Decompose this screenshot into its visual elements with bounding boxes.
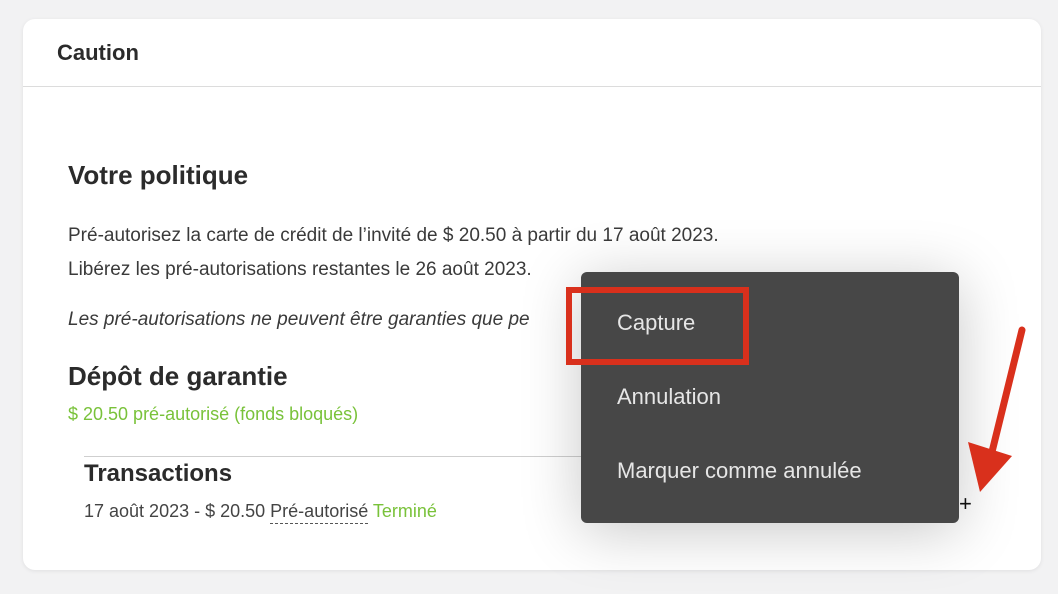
transactions-title: Transactions	[84, 460, 233, 487]
policy-title: Votre politique	[68, 160, 249, 190]
menu-item-annulation[interactable]: Annulation	[617, 384, 721, 410]
transaction-actions-menu: Capture Annulation Marquer comme annulée	[581, 272, 959, 523]
menu-item-mark-cancelled[interactable]: Marquer comme annulée	[617, 458, 862, 484]
transactions-divider	[84, 456, 644, 457]
deposit-title: Dépôt de garantie	[68, 361, 288, 391]
arrow-icon	[968, 326, 1026, 492]
card-title: Caution	[57, 39, 139, 65]
transaction-status[interactable]: Pré-autorisé	[270, 501, 369, 524]
deposit-status: $ 20.50 pré-autorisé (fonds bloqués)	[68, 404, 359, 424]
transaction-summary: 17 août 2023 - $ 20.50	[84, 501, 266, 521]
transaction-row: 17 août 2023 - $ 20.50 Pré-autorisé Term…	[84, 501, 437, 524]
transaction-state: Terminé	[372, 501, 437, 521]
menu-item-capture[interactable]: Capture	[617, 310, 695, 336]
policy-line-1: Pré-autorisez la carte de crédit de l’in…	[68, 225, 719, 246]
policy-line-2: Libérez les pré-autorisations restantes …	[68, 259, 532, 280]
card-header: Caution	[23, 19, 1041, 87]
policy-note: Les pré-autorisations ne peuvent être ga…	[68, 309, 530, 330]
